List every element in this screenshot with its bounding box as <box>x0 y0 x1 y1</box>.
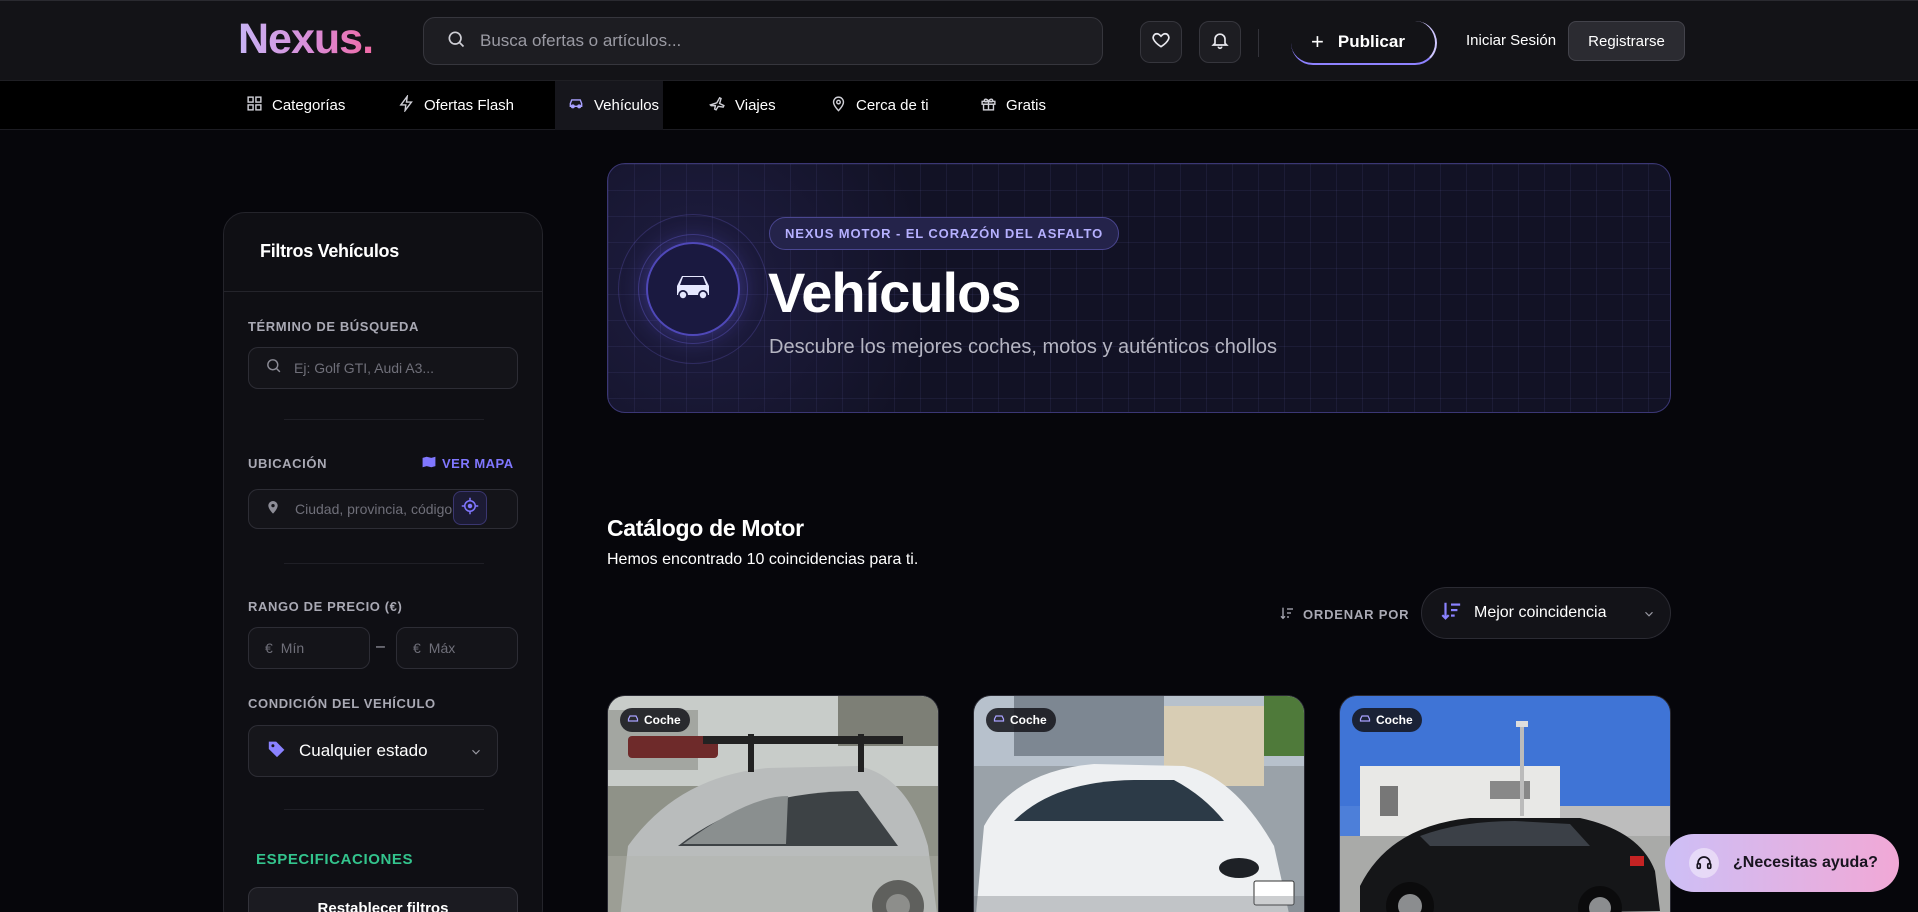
search-icon <box>446 29 466 54</box>
nav-item-label: Categorías <box>272 97 346 114</box>
view-map-link[interactable]: VER MAPA <box>422 456 514 471</box>
filters-title: Filtros Vehículos <box>260 241 399 261</box>
filters-header-divider <box>224 291 542 292</box>
favorites-button[interactable] <box>1140 21 1182 63</box>
map-pin-icon <box>265 499 281 520</box>
search-icon <box>265 357 282 379</box>
price-range-label: RANGO DE PRECIO (€) <box>248 599 403 614</box>
filter-divider <box>284 563 484 564</box>
filter-divider <box>284 809 484 810</box>
price-min-input[interactable] <box>280 640 361 656</box>
nav-item-cerca-de-ti[interactable]: Cerca de ti <box>818 81 941 130</box>
category-tag-label: Coche <box>644 713 681 727</box>
hero-icon-circle <box>646 242 740 336</box>
price-max-input[interactable] <box>428 640 509 656</box>
price-max-field[interactable]: € <box>396 627 518 669</box>
car-icon <box>993 713 1005 727</box>
catalog-title: Catálogo de Motor <box>607 515 804 541</box>
car-icon <box>669 267 717 312</box>
price-range-separator: – <box>376 638 385 655</box>
headset-icon <box>1689 848 1719 878</box>
nav-item-label: Vehículos <box>594 97 660 114</box>
tag-icon <box>267 740 287 763</box>
notifications-button[interactable] <box>1199 21 1241 63</box>
sort-value: Mejor coincidencia <box>1474 604 1607 621</box>
category-tag-label: Coche <box>1010 713 1047 727</box>
login-link[interactable]: Iniciar Sesión <box>1466 32 1556 49</box>
search-term-label: TÉRMINO DE BÚSQUEDA <box>248 319 420 334</box>
nav-item-label: Ofertas Flash <box>424 97 515 114</box>
top-header: Nexus. + Publicar Iniciar Sesión Registr… <box>0 0 1918 81</box>
euro-symbol: € <box>265 640 273 656</box>
plus-icon: + <box>1311 29 1324 54</box>
publish-label: Publicar <box>1337 32 1405 51</box>
help-chat-button[interactable]: ¿Necesitas ayuda? <box>1665 834 1899 892</box>
price-min-field[interactable]: € <box>248 627 370 669</box>
map-pin-icon <box>830 95 847 116</box>
category-tag: Coche <box>620 708 690 732</box>
lightning-icon <box>398 93 415 116</box>
nav-item-gratis[interactable]: Gratis <box>968 81 1058 130</box>
nav-item-categorias[interactable]: Categorías <box>234 81 357 130</box>
catalog-results-count: Hemos encontrado 10 coincidencias para t… <box>607 551 919 568</box>
vehicle-card[interactable]: Coche <box>607 695 939 912</box>
plane-icon <box>709 95 726 116</box>
map-icon <box>422 456 436 471</box>
bell-icon <box>1210 30 1230 55</box>
sort-label: ORDENAR POR <box>1279 605 1409 624</box>
header-divider <box>1258 29 1259 57</box>
vehicle-filters-panel: Filtros Vehículos TÉRMINO DE BÚSQUEDA UB… <box>223 212 543 912</box>
crosshair-icon <box>461 497 479 520</box>
hero-badge: NEXUS MOTOR - EL CORAZÓN DEL ASFALTO <box>769 217 1120 250</box>
vehicle-condition-label: CONDICIÓN DEL VEHÍCULO <box>248 696 436 711</box>
gift-icon <box>980 95 997 116</box>
nav-item-viajes[interactable]: Viajes <box>697 81 788 130</box>
nav-item-vehiculos[interactable]: Vehículos <box>555 81 663 130</box>
nav-item-label: Viajes <box>735 97 776 114</box>
nav-item-label: Gratis <box>1006 97 1047 114</box>
specifications-label[interactable]: ESPECIFICACIONES <box>256 851 413 868</box>
location-input[interactable] <box>295 501 465 517</box>
vehicle-condition-select[interactable]: Cualquier estado <box>248 725 498 777</box>
view-map-label: VER MAPA <box>442 456 514 471</box>
sort-select[interactable]: Mejor coincidencia <box>1421 587 1671 639</box>
vehicle-search-field[interactable] <box>248 347 518 389</box>
heart-icon <box>1151 30 1171 55</box>
global-search-bar[interactable] <box>423 17 1103 65</box>
sort-icon <box>1279 605 1295 624</box>
category-tag: Coche <box>1352 708 1422 732</box>
vehicles-hero-banner: NEXUS MOTOR - EL CORAZÓN DEL ASFALTO Veh… <box>607 163 1671 413</box>
car-icon <box>567 95 585 116</box>
help-label: ¿Necesitas ayuda? <box>1733 854 1878 871</box>
register-button[interactable]: Registrarse <box>1568 21 1685 61</box>
sort-icon <box>1440 600 1462 627</box>
euro-symbol: € <box>413 640 421 656</box>
publish-button[interactable]: + Publicar <box>1291 21 1437 65</box>
car-icon <box>627 713 639 727</box>
category-nav: Categorías Ofertas Flash Vehículos Viaje… <box>0 81 1918 130</box>
nav-item-label: Cerca de ti <box>856 97 929 114</box>
global-search-input[interactable] <box>480 31 1040 51</box>
category-tag: Coche <box>986 708 1056 732</box>
vehicle-card[interactable]: Coche <box>1339 695 1671 912</box>
condition-value: Cualquier estado <box>299 741 428 760</box>
filter-divider <box>284 419 484 420</box>
sort-label-text: ORDENAR POR <box>1303 607 1410 622</box>
hero-subtitle: Descubre los mejores coches, motos y aut… <box>769 336 1278 358</box>
chevron-down-icon <box>1642 607 1656 626</box>
page-title: Vehículos <box>768 261 1021 324</box>
category-tag-label: Coche <box>1376 713 1413 727</box>
grid-icon <box>246 95 263 116</box>
vehicle-search-input[interactable] <box>294 360 504 376</box>
chevron-down-icon <box>469 744 483 764</box>
nexus-logo[interactable]: Nexus. <box>238 15 374 64</box>
locate-me-button[interactable] <box>453 491 487 525</box>
location-label: UBICACIÓN <box>248 456 328 471</box>
car-icon <box>1359 713 1371 727</box>
reset-filters-button[interactable]: Restablecer filtros <box>248 887 518 912</box>
nav-item-ofertas-flash[interactable]: Ofertas Flash <box>386 81 526 130</box>
vehicle-card[interactable]: Coche <box>973 695 1305 912</box>
